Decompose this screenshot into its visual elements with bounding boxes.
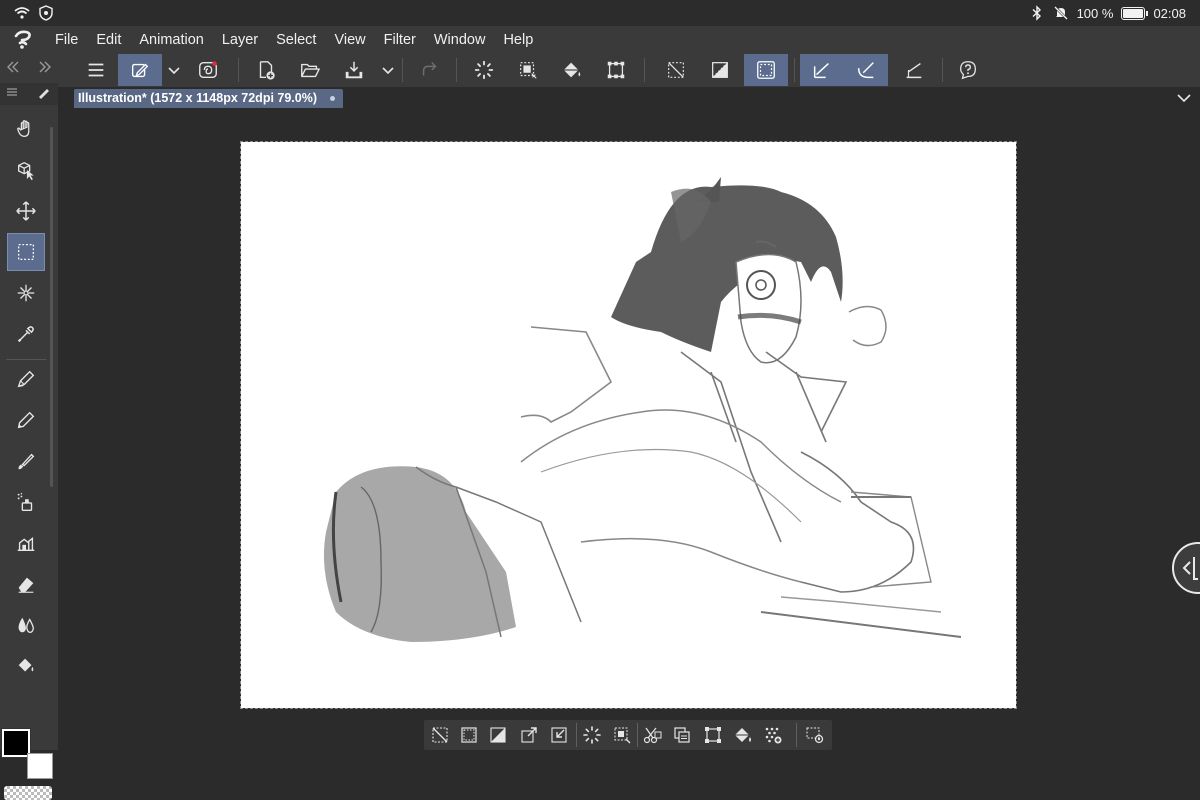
shield-icon [38,5,54,21]
wifi-icon [14,5,30,21]
chevron-down-icon[interactable] [166,62,182,78]
command-divider [644,58,645,82]
tool-panel-header [0,53,58,83]
collapse-left-icon[interactable] [6,60,20,76]
auto-select-icon[interactable] [8,275,44,311]
menu-file[interactable]: File [46,32,87,48]
menu-layer[interactable]: Layer [213,32,267,48]
transparent-color-swatch[interactable] [4,786,52,800]
tool-panel-scrollbar[interactable] [50,127,53,487]
menu-help[interactable]: Help [494,32,542,48]
blend-icon[interactable] [8,607,44,643]
menu-icon[interactable] [74,54,118,86]
menu-bar: File Edit Animation Layer Select View Fi… [0,26,1200,53]
help-icon[interactable] [946,54,990,86]
sketch-artwork [323,177,962,642]
chevron-down-icon[interactable] [380,62,396,78]
tool-brush-indicator-icon [36,84,52,105]
menu-filter[interactable]: Filter [375,32,425,48]
snap-special-ruler-icon[interactable] [844,54,888,86]
launcher-divider [796,723,797,747]
menu-animation[interactable]: Animation [130,32,212,48]
mute-bell-icon [1053,5,1069,21]
clock: 02:08 [1153,5,1186,21]
operation-icon[interactable] [8,152,44,188]
command-divider [238,58,239,82]
command-divider [456,58,457,82]
tool-panel-subbar [0,83,58,105]
companion-mode-icon[interactable] [186,54,230,86]
snap-grid-icon[interactable] [892,54,936,86]
battery-icon [1121,6,1149,20]
drawing-canvas[interactable] [240,141,1017,709]
command-bar [58,53,1200,88]
redo-icon[interactable] [408,54,452,86]
new-file-icon[interactable] [244,54,288,86]
hand-icon[interactable] [8,111,44,147]
close-tab-dot-icon[interactable] [330,96,336,101]
cut-paste-icon[interactable] [639,723,665,747]
launcher-settings-icon[interactable] [802,723,828,747]
launcher-divider [637,723,638,747]
select-all-icon[interactable] [462,54,506,86]
save-icon[interactable] [332,54,376,86]
selection-icon[interactable] [7,233,45,271]
expand-panel-handle[interactable] [1172,542,1200,594]
convert-to-selection-icon[interactable] [579,723,605,747]
deselect-icon[interactable] [456,723,482,747]
expand-selection-icon[interactable] [516,723,542,747]
launcher-divider [576,723,577,747]
command-divider [942,58,943,82]
selection-launcher [424,720,832,750]
new-tone-icon[interactable] [760,723,786,747]
document-tab[interactable]: Illustration* (1572 x 1148px 72dpi 79.0%… [74,89,344,108]
menu-view[interactable]: View [325,32,374,48]
deselect-icon[interactable] [506,54,550,86]
snap-ruler-icon[interactable] [800,54,844,86]
bluetooth-icon [1029,5,1045,21]
background-color-swatch[interactable] [27,753,53,779]
eyedropper-icon[interactable] [8,316,44,352]
shrink-selection-icon[interactable] [546,723,572,747]
command-divider [794,58,795,82]
move-layer-icon[interactable] [8,193,44,229]
foreground-color-swatch[interactable] [1,728,31,758]
edit-shortcut-icon[interactable] [118,54,162,86]
menu-window[interactable]: Window [425,32,495,48]
expand-right-icon[interactable] [38,60,52,76]
transform-icon[interactable] [594,54,638,86]
clear-selection-icon[interactable] [427,723,453,747]
battery-percent: 100 % [1076,5,1114,21]
open-icon[interactable] [288,54,332,86]
fill-icon[interactable] [8,648,44,684]
scale-rotate-icon[interactable] [700,723,726,747]
clip-studio-logo-icon[interactable] [0,28,46,52]
menu-select[interactable]: Select [267,32,325,48]
invert-selection-icon[interactable] [698,54,742,86]
eraser-icon[interactable] [8,566,44,602]
panel-menu-icon[interactable] [6,85,18,103]
fill-selection-icon[interactable] [730,723,756,747]
chevron-down-icon[interactable] [1176,90,1192,106]
invert-selection-icon[interactable] [485,723,511,747]
document-tab-bar: Illustration* (1572 x 1148px 72dpi 79.0%… [58,87,1200,109]
tool-panel [0,53,58,800]
copy-paste-icon[interactable] [669,723,695,747]
status-bar: 100 % 02:08 [0,0,1200,26]
airbrush-icon[interactable] [8,484,44,520]
brush-icon[interactable] [8,443,44,479]
decoration-icon[interactable] [8,525,44,561]
document-tab-title: Illustration* (1572 x 1148px 72dpi 79.0%… [78,91,318,105]
menu-edit[interactable]: Edit [87,32,130,48]
tool-divider [6,359,46,360]
show-selection-icon[interactable] [744,54,788,86]
chevron-left-icon [1182,557,1198,580]
clear-selection-icon[interactable] [654,54,698,86]
pen-icon[interactable] [8,361,44,397]
pencil-icon[interactable] [8,402,44,438]
selection-stamp-icon[interactable] [609,723,635,747]
fill-bucket-icon[interactable] [550,54,594,86]
command-divider [402,58,403,82]
